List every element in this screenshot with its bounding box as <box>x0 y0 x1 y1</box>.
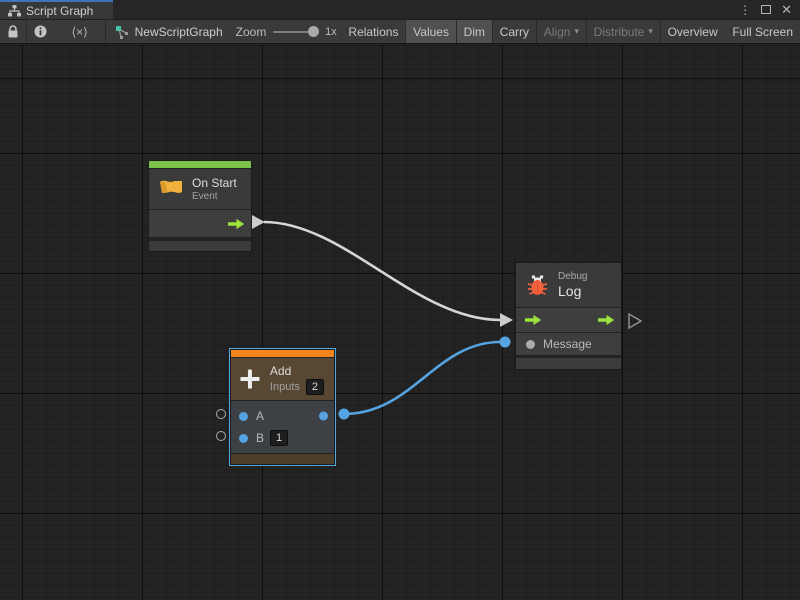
add-inputs-row: Inputs 2 <box>270 379 324 395</box>
port-a-input[interactable] <box>239 412 248 421</box>
debug-log-titles: Debug Log <box>558 271 587 299</box>
add-titles: Add Inputs 2 <box>270 364 324 395</box>
overview-label: Overview <box>668 25 718 39</box>
graph-asset-reference[interactable]: NewScriptGraph <box>106 20 232 43</box>
zoom-slider[interactable] <box>273 31 318 33</box>
node-footer <box>516 358 621 369</box>
tab-title: Script Graph <box>26 4 93 18</box>
values-button[interactable]: Values <box>406 20 456 43</box>
exec-in-port-arrow-icon[interactable] <box>525 314 542 326</box>
message-port-label: Message <box>543 337 592 351</box>
align-label: Align <box>544 25 571 39</box>
sum-output-port[interactable] <box>319 412 328 421</box>
log-message-row: Message <box>516 333 621 355</box>
distribute-button[interactable]: Distribute ▾ <box>587 20 660 43</box>
port-b-unconnected-endpoint[interactable] <box>216 431 226 441</box>
node-footer <box>149 241 251 251</box>
add-node-strip <box>231 350 334 357</box>
port-a-label: A <box>256 409 264 423</box>
exec-out-port-arrow-icon[interactable] <box>228 218 245 230</box>
chevron-down-icon: ▾ <box>574 26 579 37</box>
node-title: Log <box>558 283 587 299</box>
on-start-titles: On Start Event <box>192 176 237 202</box>
port-b-label: B <box>256 431 264 445</box>
exec-out-port-arrow-icon[interactable] <box>598 314 615 326</box>
values-label: Values <box>413 25 449 39</box>
info-button[interactable] <box>27 20 54 43</box>
zoom-value: 1x <box>325 26 337 38</box>
node-on-start[interactable]: On Start Event <box>148 160 252 252</box>
close-icon[interactable]: ✕ <box>781 3 792 16</box>
fullscreen-label: Full Screen <box>732 25 793 39</box>
graph-hierarchy-icon <box>8 5 21 17</box>
node-title: On Start <box>192 176 237 190</box>
fullscreen-button[interactable]: Full Screen <box>725 20 800 43</box>
code-toggle-button[interactable]: ⟨×⟩ <box>54 20 105 43</box>
port-a-unconnected-endpoint[interactable] <box>216 409 226 419</box>
message-input-port[interactable] <box>526 340 535 349</box>
relations-label: Relations <box>348 25 398 39</box>
node-add[interactable]: Add Inputs 2 A B 1 <box>230 349 335 465</box>
graph-canvas[interactable] <box>0 45 800 600</box>
align-button[interactable]: Align ▾ <box>537 20 586 43</box>
carry-label: Carry <box>500 25 529 39</box>
kebab-menu-icon[interactable]: ⋮ <box>739 4 751 16</box>
window-controls: ⋮ ✕ <box>739 0 800 19</box>
graph-asset-name: NewScriptGraph <box>135 25 223 39</box>
node-footer <box>231 454 334 464</box>
dim-label: Dim <box>464 25 485 39</box>
port-row-b: B 1 <box>231 427 334 449</box>
port-b-input[interactable] <box>239 434 248 443</box>
add-ports-body: A B 1 <box>231 401 334 453</box>
debug-log-header: Debug Log <box>516 263 621 307</box>
relations-button[interactable]: Relations <box>341 20 405 43</box>
bug-icon <box>525 273 550 298</box>
zoom-slider-handle[interactable] <box>308 26 319 37</box>
graph-toolbar: ⟨×⟩ NewScriptGraph Zoom 1x Relations Val… <box>0 19 800 44</box>
inputs-count-field[interactable]: 2 <box>306 379 324 395</box>
carry-button[interactable]: Carry <box>493 20 536 43</box>
add-header: Add Inputs 2 <box>231 358 334 400</box>
title-bar: Script Graph ⋮ ✕ <box>0 0 800 19</box>
script-graph-asset-icon <box>115 25 129 39</box>
zoom-control: Zoom 1x <box>232 20 341 43</box>
inputs-label: Inputs <box>270 381 300 393</box>
node-surtitle: Debug <box>558 271 587 282</box>
chevron-down-icon: ▾ <box>648 26 653 37</box>
overview-button[interactable]: Overview <box>661 20 725 43</box>
info-icon <box>34 25 47 38</box>
tab-script-graph[interactable]: Script Graph <box>0 0 113 19</box>
node-debug-log[interactable]: Debug Log Message <box>515 262 622 370</box>
on-start-exec-out-row <box>149 210 251 237</box>
plus-icon <box>238 365 262 393</box>
lock-button[interactable] <box>0 20 26 43</box>
zoom-label: Zoom <box>236 25 267 39</box>
script-graph-window: Script Graph ⋮ ✕ ⟨×⟩ <box>0 0 800 600</box>
flag-icon <box>158 177 184 201</box>
on-start-header: On Start Event <box>149 169 251 209</box>
node-subtitle: Event <box>192 191 237 202</box>
node-title: Add <box>270 364 324 378</box>
lock-icon <box>7 25 19 38</box>
distribute-label: Distribute <box>594 25 645 39</box>
port-b-value-field[interactable]: 1 <box>270 430 288 446</box>
log-exec-row <box>516 308 621 332</box>
maximize-icon[interactable] <box>761 5 771 14</box>
event-node-strip <box>149 161 251 168</box>
port-row-a: A <box>231 405 334 427</box>
dim-button[interactable]: Dim <box>457 20 492 43</box>
